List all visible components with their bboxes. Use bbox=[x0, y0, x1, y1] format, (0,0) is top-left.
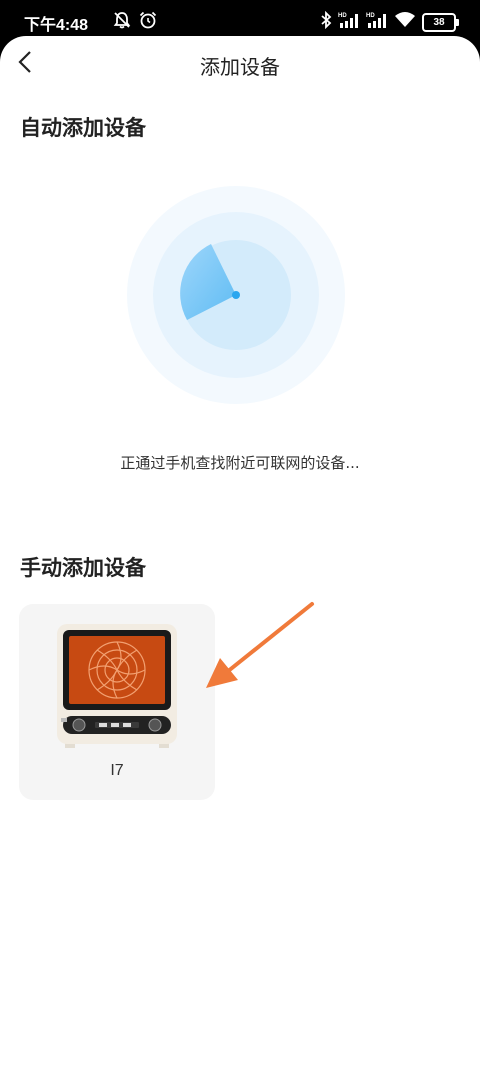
hd-signal-icon: HD bbox=[366, 11, 388, 33]
status-left-icons bbox=[112, 10, 158, 34]
battery-indicator: 38 bbox=[422, 12, 459, 32]
mute-bell-icon bbox=[112, 10, 132, 34]
device-name: I7 bbox=[110, 762, 124, 779]
svg-text:HD: HD bbox=[366, 13, 375, 19]
device-card-i7[interactable]: I7 bbox=[19, 604, 215, 800]
svg-text:HD: HD bbox=[338, 13, 347, 19]
page-title: 添加设备 bbox=[200, 55, 280, 79]
alarm-icon bbox=[138, 10, 158, 34]
hd-signal-icon: HD bbox=[338, 11, 360, 33]
auto-add-section-title: 自动添加设备 bbox=[20, 116, 146, 140]
battery-level: 38 bbox=[433, 16, 445, 28]
annotation-arrow bbox=[200, 596, 320, 700]
nav-bar: 添加设备 bbox=[0, 36, 480, 92]
status-time: 下午4:48 bbox=[24, 17, 89, 34]
status-right-icons: HD HD 38 bbox=[320, 10, 459, 33]
radar-center-dot bbox=[232, 291, 240, 299]
status-bar: 下午4:48 HD HD 38 bbox=[0, 0, 480, 40]
bluetooth-icon bbox=[320, 10, 332, 33]
manual-add-section-title: 手动添加设备 bbox=[20, 556, 146, 580]
scan-radar bbox=[127, 186, 345, 404]
app-screen: 添加设备 自动添加设备 正通过手机查找附近可联网的设备... 手动添加设备 I7 bbox=[0, 36, 480, 1067]
scanning-status-text: 正通过手机查找附近可联网的设备... bbox=[120, 454, 360, 472]
wifi-icon bbox=[394, 11, 416, 33]
oven-image bbox=[53, 622, 181, 756]
